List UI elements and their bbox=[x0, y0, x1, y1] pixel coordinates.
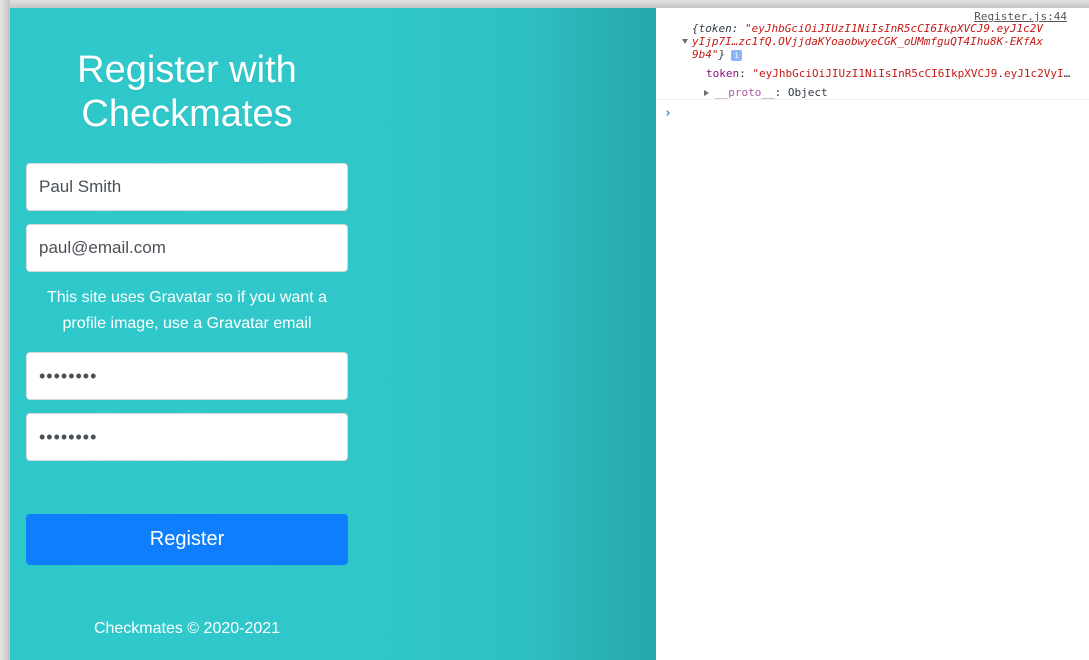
log-prefix: {token: bbox=[692, 22, 745, 35]
console-log-entry: Register.js:44 {token: "eyJhbGciOiJIUzI1… bbox=[656, 8, 1089, 100]
log-line-2: yIjp7I…zc1fQ.OVjjdaKYoaobwyeCGK_oUMmfguQ… bbox=[692, 35, 1043, 48]
screenshot: Register with Checkmates This site uses … bbox=[0, 0, 1089, 660]
window-frame-left bbox=[0, 0, 10, 660]
footer-copyright: Checkmates © 2020-2021 bbox=[93, 620, 281, 637]
console-prompt[interactable]: › bbox=[664, 106, 672, 121]
log-line-3: 9b4"} i bbox=[692, 48, 743, 61]
log-line-1: {token: "eyJhbGciOiJIUzI1NiIsInR5cCI6Ikp… bbox=[692, 22, 1043, 35]
proto-property[interactable]: __proto__: Object bbox=[704, 86, 828, 99]
confirm-password-field[interactable] bbox=[26, 413, 348, 461]
property-key: token bbox=[706, 67, 740, 80]
property-value: "eyJhbGciOiJIUzI1NiIsInR5cCI6IkpXVCJ9.ey… bbox=[752, 67, 1076, 80]
page-title: Register with Checkmates bbox=[77, 49, 297, 135]
email-field[interactable] bbox=[26, 224, 348, 272]
log-suffix: } bbox=[718, 48, 726, 61]
devtools-console: Register.js:44 {token: "eyJhbGciOiJIUzI1… bbox=[656, 8, 1089, 660]
info-icon[interactable]: i bbox=[731, 49, 743, 61]
gravatar-hint: This site uses Gravatar so if you want a… bbox=[46, 289, 328, 332]
collapse-triangle-icon[interactable] bbox=[704, 90, 709, 96]
register-button[interactable]: Register bbox=[26, 514, 348, 565]
log-token-part-2: yIjp7I…zc1fQ.OVjjdaKYoaobwyeCGK_oUMmfguQ… bbox=[692, 35, 1043, 48]
log-token-part-1: "eyJhbGciOiJIUzI1NiIsInR5cCI6IkpXVCJ9.ey… bbox=[744, 22, 1043, 35]
log-token-part-3: 9b4" bbox=[692, 48, 719, 61]
token-property: token: "eyJhbGciOiJIUzI1NiIsInR5cCI6IkpX… bbox=[706, 67, 1076, 80]
proto-key: __proto__ bbox=[715, 86, 775, 99]
password-field[interactable] bbox=[26, 352, 348, 400]
name-field[interactable] bbox=[26, 163, 348, 211]
proto-value: Object bbox=[787, 86, 828, 99]
register-page: Register with Checkmates This site uses … bbox=[10, 8, 656, 660]
expand-triangle-icon[interactable] bbox=[682, 39, 688, 44]
